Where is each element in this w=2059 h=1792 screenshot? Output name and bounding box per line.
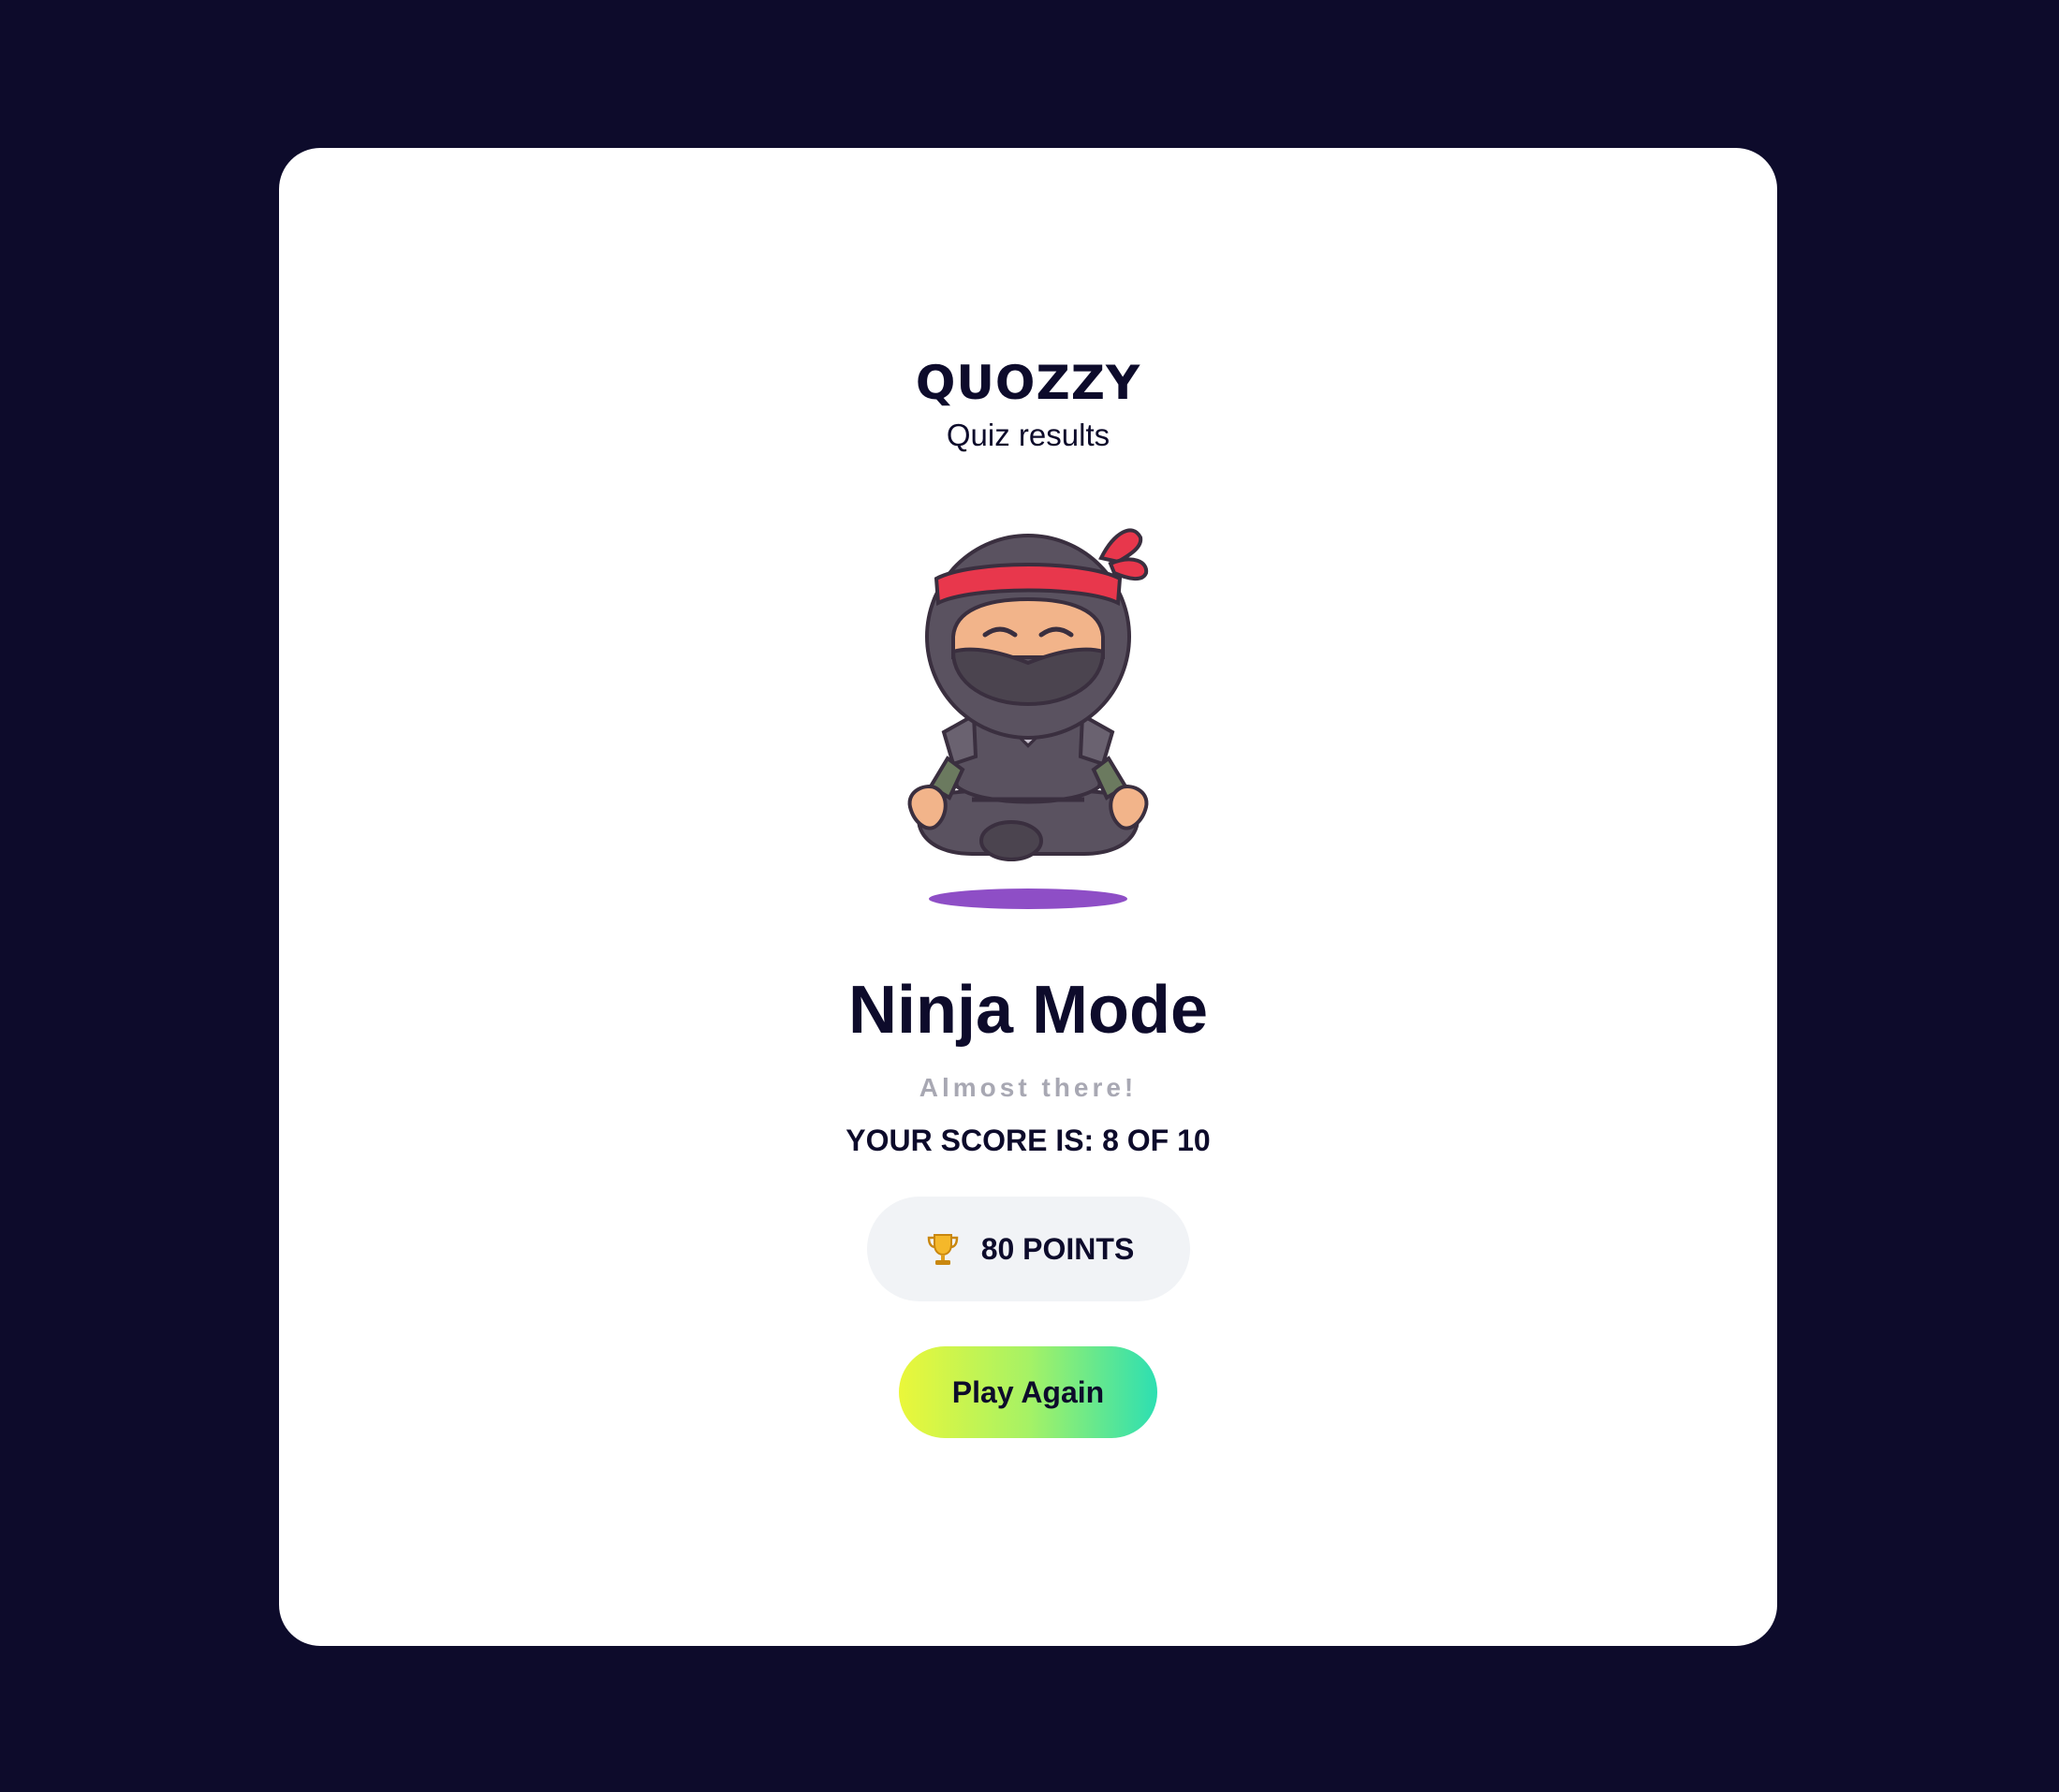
brand-logo: QUOZZY	[915, 356, 1141, 410]
ninja-mascot-icon	[907, 528, 1149, 909]
page-subtitle: Quiz results	[946, 418, 1110, 452]
play-again-button[interactable]: Play Again	[899, 1346, 1157, 1438]
score-label: YOUR SCORE IS:	[846, 1124, 1095, 1157]
points-badge: 80 POINTS	[867, 1197, 1190, 1301]
trophy-icon	[927, 1234, 958, 1265]
results-card: QUOZZY Quiz results Ninja Mode Almost th…	[279, 148, 1777, 1646]
rank-title: Ninja Mode	[847, 973, 1208, 1048]
score-line: YOUR SCORE IS: 8 OF 10	[279, 1124, 1777, 1158]
rank-message: Almost there!	[919, 1073, 1138, 1102]
score-value: 8 OF 10	[1102, 1124, 1211, 1157]
points-label: 80 POINTS	[980, 1231, 1135, 1266]
